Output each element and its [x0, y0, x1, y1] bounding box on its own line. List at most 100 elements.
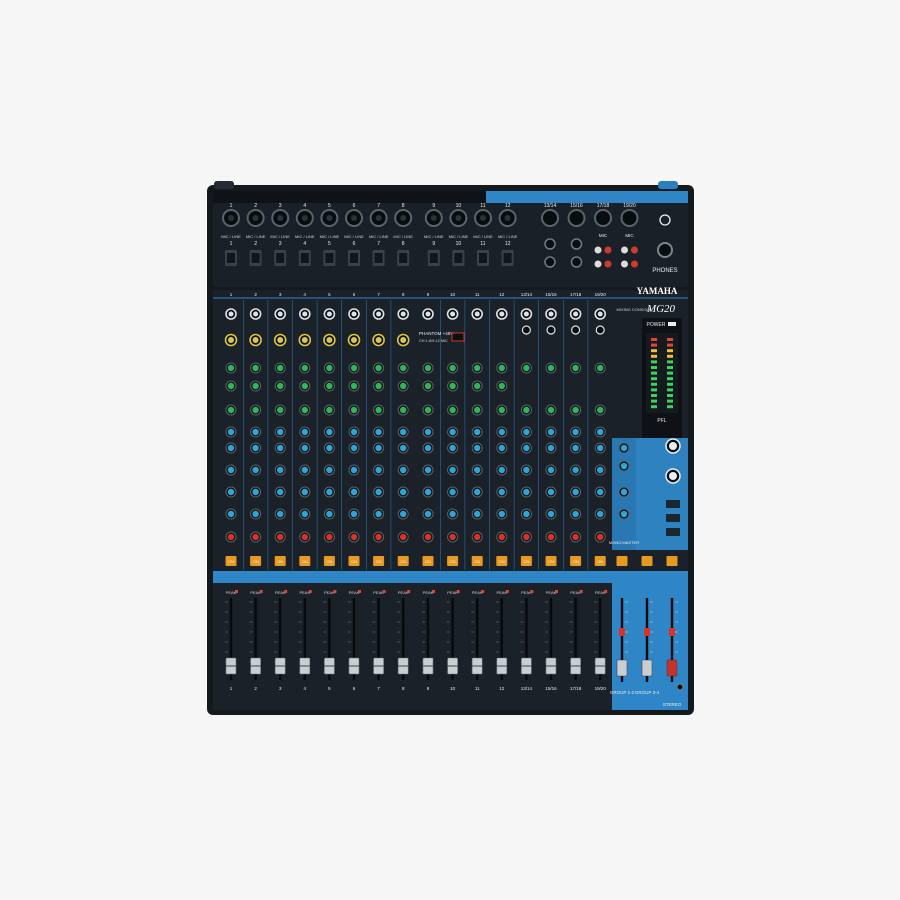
knob-cap: [326, 364, 333, 372]
gain-knob[interactable]: [570, 325, 581, 335]
line-number: 5: [328, 241, 331, 247]
rca-jack-white[interactable]: [621, 260, 628, 268]
knob-cap: [252, 466, 259, 474]
mixer-product-image: 1MIC / LINE12MIC / LINE23MIC / LINE34MIC…: [207, 181, 694, 715]
rca-jack-red[interactable]: [604, 260, 612, 268]
rca-jack-white[interactable]: [594, 260, 602, 268]
knob-cap: [375, 488, 382, 496]
gain-knob[interactable]: [595, 325, 605, 335]
knob-cap: [277, 444, 284, 452]
knob-cap: [326, 488, 333, 496]
master-on-button[interactable]: [666, 556, 678, 566]
knob-cap: [350, 406, 358, 414]
knob-cap: [523, 488, 530, 496]
meter-led-l: [651, 399, 657, 403]
knob-cap: [474, 488, 481, 496]
knob-cap: [350, 444, 358, 452]
knob-cap: [572, 466, 579, 474]
group-fader-cap[interactable]: [616, 659, 628, 677]
master-switch[interactable]: [666, 514, 680, 522]
knob-cap: [474, 311, 480, 317]
on-label: ON: [573, 559, 579, 564]
knob-cap: [326, 337, 333, 343]
knob-cap: [277, 382, 284, 390]
knob-cap: [227, 406, 235, 414]
knob-cap: [424, 533, 432, 541]
rca-jack-white[interactable]: [621, 246, 628, 254]
stereo-jack-r[interactable]: [570, 256, 583, 268]
phantom-switch[interactable]: [451, 332, 465, 342]
knob-cap: [277, 406, 284, 414]
master-on-button[interactable]: [616, 556, 628, 566]
phones-label: PHONES: [652, 268, 677, 274]
xlr-pin-icon: [351, 215, 357, 221]
xlr-pin-icon: [400, 215, 407, 221]
knob-cap: [474, 466, 481, 474]
line-number: 10: [456, 241, 462, 247]
rca-jack-red[interactable]: [631, 260, 638, 268]
knob-cap: [424, 428, 432, 436]
console-handle-right: [658, 181, 678, 189]
knob-cap: [547, 510, 555, 518]
stereo-xlr-jack[interactable]: [594, 209, 612, 227]
knob-cap: [449, 382, 456, 390]
meter-led-l: [651, 371, 657, 375]
line-number: 8: [402, 241, 405, 247]
xlr-pin-icon: [480, 215, 486, 221]
knob-cap: [523, 428, 530, 436]
phones-jack[interactable]: [657, 242, 673, 258]
mic-line-label: MIC / LINE: [369, 234, 389, 239]
peak-led: [284, 590, 288, 593]
knob-cap: [277, 533, 284, 541]
knob-cap: [449, 488, 456, 496]
rca-jack-red[interactable]: [631, 246, 638, 254]
knob-cap: [498, 382, 505, 390]
xlr-pin-icon: [252, 215, 259, 221]
on-label: ON: [450, 559, 456, 564]
knob-cap: [326, 533, 333, 541]
knob-cap: [523, 406, 530, 414]
jack-slot: [399, 253, 408, 263]
xlr-number: 6: [353, 203, 356, 209]
knob-cap: [620, 488, 628, 496]
stereo-xlr-jack[interactable]: [541, 209, 559, 227]
stereo-xlr-jack[interactable]: [620, 209, 639, 227]
stereo-xlr-jack[interactable]: [567, 209, 586, 227]
xlr-number: 9: [432, 203, 435, 209]
on-label: ON: [277, 559, 283, 564]
line-number: 3: [279, 241, 282, 247]
peak-led: [308, 590, 312, 593]
channel-number-bottom: 15/16: [545, 686, 557, 691]
knob-cap: [400, 533, 407, 541]
gain-knob[interactable]: [546, 325, 556, 335]
mic-line-label: MIC / LINE: [320, 234, 340, 239]
master-switch[interactable]: [666, 528, 680, 536]
stereo-fader-cap[interactable]: [666, 659, 678, 677]
rca-jack-red[interactable]: [604, 246, 612, 254]
master-fader-marker: [644, 628, 650, 636]
knob-cap: [326, 406, 333, 414]
knob-cap: [597, 466, 604, 474]
knob-cap: [474, 428, 481, 436]
stereo-jack-l[interactable]: [570, 238, 583, 250]
xlr-number: 7: [377, 203, 380, 209]
output-knob-small[interactable]: [676, 683, 684, 691]
knob-cap: [450, 311, 456, 317]
stereo-jack-r[interactable]: [544, 256, 556, 268]
master-on-button[interactable]: [641, 556, 653, 566]
mic-line-label: MIC / LINE: [449, 234, 469, 239]
rca-jack-white[interactable]: [594, 246, 602, 254]
line-number: 6: [353, 241, 356, 247]
knob-cap: [326, 311, 332, 317]
group-fader-cap[interactable]: [641, 659, 653, 677]
knob-cap: [547, 488, 555, 496]
mic-line-label: MIC / LINE: [393, 234, 413, 239]
master-switch[interactable]: [666, 500, 680, 508]
gain-knob[interactable]: [521, 325, 532, 335]
knob-cap: [326, 466, 333, 474]
knob-cap: [597, 488, 604, 496]
stereo-jack-l[interactable]: [544, 238, 556, 250]
knob-cap: [498, 533, 505, 541]
knob-cap: [523, 364, 530, 372]
xlr-number: 5: [328, 203, 331, 209]
